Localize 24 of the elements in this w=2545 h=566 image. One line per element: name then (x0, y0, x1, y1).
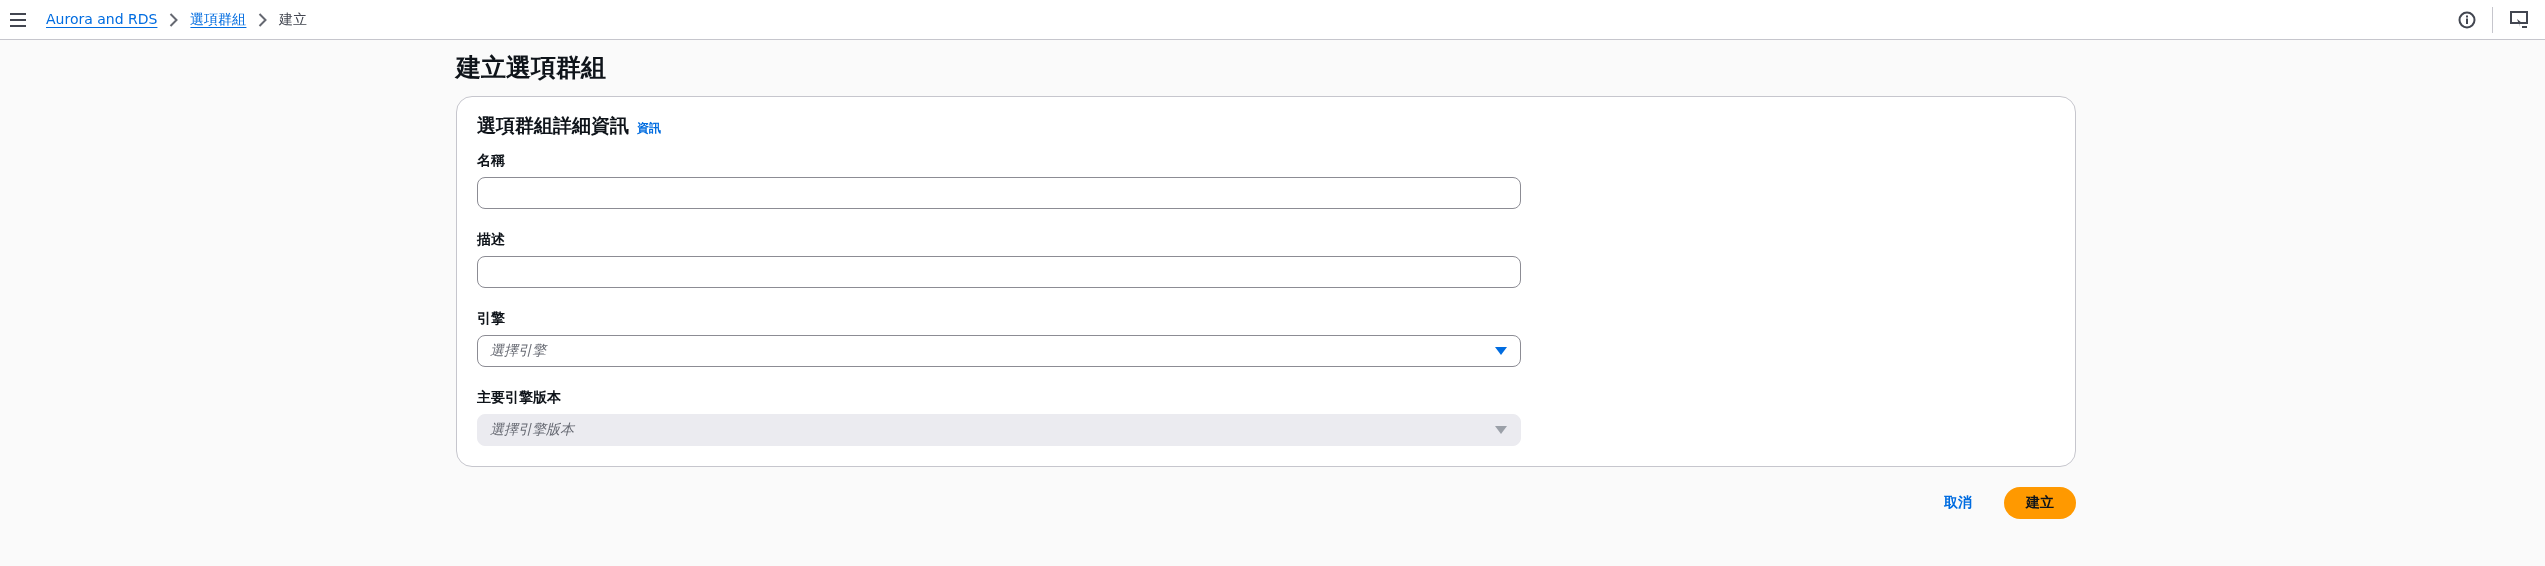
input-field[interactable] (477, 176, 1521, 209)
select-field[interactable]: 選擇引擎 (477, 334, 1521, 367)
chevron-right-icon (169, 12, 179, 27)
field-label: 主要引擎版本 (477, 387, 561, 407)
breadcrumb-current: 建立 (279, 10, 308, 29)
field-label: 引擎 (477, 308, 505, 328)
breadcrumb-link[interactable]: 選項群組 (190, 9, 247, 30)
info-link[interactable]: 資訊 (637, 119, 661, 137)
select-placeholder: 選擇引擎版本 (490, 420, 574, 439)
select-placeholder: 選擇引擎 (490, 341, 546, 360)
caret-icon (1494, 345, 1508, 356)
create-button[interactable]: 建立 (2004, 486, 2076, 519)
info-icon[interactable] (2458, 10, 2476, 29)
field-label: 名稱 (477, 150, 505, 170)
page-title: 建立選項群組 (456, 53, 607, 83)
card-title: 選項群組詳細資訊 (477, 113, 629, 138)
input-field[interactable] (477, 255, 1521, 288)
caret-icon (1494, 424, 1508, 435)
chevron-right-icon (258, 12, 268, 27)
breadcrumb-link[interactable]: Aurora and RDS (46, 9, 158, 30)
menu-icon[interactable] (10, 12, 26, 27)
field-label: 描述 (477, 229, 505, 249)
monitor-icon[interactable] (2509, 9, 2529, 30)
cancel-button[interactable]: 取消 (1932, 486, 1984, 519)
